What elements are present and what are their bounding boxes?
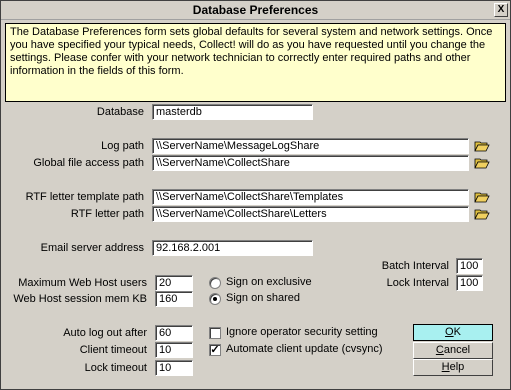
rtf-template-path-input[interactable]: \\ServerName\CollectShare\Templates: [152, 189, 469, 205]
email-server-input[interactable]: 92.168.2.001: [152, 240, 313, 256]
checkbox-indicator[interactable]: [209, 327, 221, 339]
folder-open-icon[interactable]: [474, 156, 490, 170]
client-timeout-input[interactable]: 10: [155, 342, 193, 358]
radio-indicator[interactable]: [209, 293, 221, 305]
batch-interval-input[interactable]: 100: [456, 258, 483, 274]
help-button[interactable]: Help: [413, 359, 493, 376]
log-path-label: Log path: [101, 140, 144, 152]
database-input[interactable]: masterdb: [152, 104, 313, 120]
ok-button[interactable]: OK: [413, 324, 493, 341]
database-label: Database: [96, 106, 144, 118]
sign-on-shared-radio[interactable]: Sign on shared: [209, 292, 339, 306]
cancel-label-rest: ancel: [443, 344, 471, 356]
cancel-hotkey: C: [435, 344, 444, 356]
sign-on-exclusive-label: Sign on exclusive: [226, 276, 312, 288]
max-web-host-users-label: Maximum Web Host users: [18, 277, 147, 289]
rtf-letter-path-input[interactable]: \\ServerName\CollectShare\Letters: [152, 206, 469, 222]
ok-label-rest: K: [453, 326, 461, 338]
email-server-label: Email server address: [40, 242, 144, 254]
lock-interval-input[interactable]: 100: [456, 275, 483, 291]
folder-open-icon[interactable]: [474, 190, 490, 204]
rtf-template-path-label: RTF letter template path: [25, 191, 144, 203]
ok-hotkey: O: [445, 326, 454, 338]
window-title: Database Preferences: [192, 3, 319, 17]
max-web-host-users-input[interactable]: 20: [155, 275, 193, 291]
rtf-letter-path-label: RTF letter path: [70, 208, 144, 220]
checkmark-icon[interactable]: ✓: [209, 344, 221, 356]
ignore-operator-security-label: Ignore operator security setting: [226, 326, 378, 338]
automate-client-update-checkbox[interactable]: ✓ Automate client update (cvsync): [209, 343, 399, 357]
radio-indicator[interactable]: [209, 277, 221, 289]
help-hotkey: H: [441, 361, 450, 373]
cancel-button[interactable]: Cancel: [413, 342, 493, 359]
client-timeout-label: Client timeout: [79, 344, 147, 356]
global-file-access-path-input[interactable]: \\ServerName\CollectShare: [152, 155, 469, 171]
database-preferences-window: Database Preferences X The Database Pref…: [0, 0, 511, 390]
sign-on-exclusive-radio[interactable]: Sign on exclusive: [209, 276, 339, 290]
lock-interval-label: Lock Interval: [386, 277, 449, 289]
log-path-input[interactable]: \\ServerName\MessageLogShare: [152, 138, 469, 154]
global-file-access-path-label: Global file access path: [33, 157, 144, 169]
help-label-rest: elp: [449, 361, 465, 373]
info-text: The Database Preferences form sets globa…: [5, 23, 506, 102]
ignore-operator-security-checkbox[interactable]: Ignore operator security setting: [209, 326, 399, 340]
close-button[interactable]: X: [494, 3, 508, 17]
auto-log-out-input[interactable]: 60: [155, 325, 193, 341]
title-bar: Database Preferences X: [1, 1, 510, 20]
web-host-session-mem-label: Web Host session mem KB: [13, 293, 147, 305]
automate-client-update-label: Automate client update (cvsync): [226, 343, 383, 355]
folder-open-icon[interactable]: [474, 207, 490, 221]
lock-timeout-label: Lock timeout: [84, 362, 147, 374]
lock-timeout-input[interactable]: 10: [155, 360, 193, 376]
sign-on-shared-label: Sign on shared: [226, 292, 300, 304]
folder-open-icon[interactable]: [474, 139, 490, 153]
web-host-session-mem-input[interactable]: 160: [155, 291, 193, 307]
auto-log-out-label: Auto log out after: [63, 327, 147, 339]
batch-interval-label: Batch Interval: [381, 260, 449, 272]
